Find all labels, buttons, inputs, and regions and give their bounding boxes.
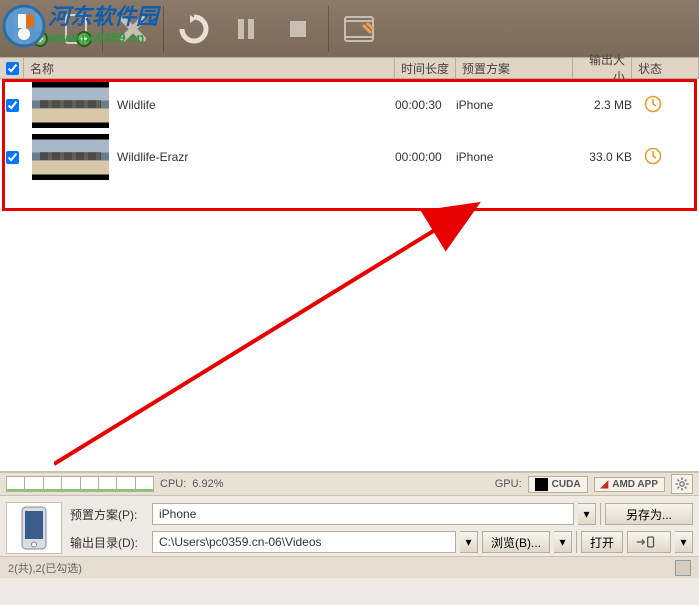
output-path-input[interactable]: C:\Users\pc0359.cn-06\Videos [152,531,456,553]
list-item[interactable]: Wildlife 00:00:30 iPhone 2.3 MB [0,79,699,131]
row-checkbox[interactable] [6,151,19,164]
cpu-value: 6.92% [192,478,223,490]
annotation-arrow [54,194,534,474]
header-preset[interactable]: 预置方案 [456,58,573,78]
row-size: 2.3 MB [573,98,632,112]
header-status[interactable]: 状态 [632,58,699,78]
video-thumbnail [32,82,109,128]
cuda-badge[interactable]: CUDA [528,476,588,493]
edit-video-button[interactable] [335,5,383,53]
cpu-label: CPU: [160,478,186,490]
amd-badge[interactable]: ◢AMD APP [594,477,665,492]
row-size: 33.0 KB [573,150,632,164]
output-dropdown-button[interactable]: ▾ [460,531,478,553]
pending-icon [644,95,662,116]
send-dropdown-button[interactable]: ▾ [675,531,693,553]
preset-select[interactable]: iPhone [152,503,574,525]
add-folder-button[interactable]: + [56,5,96,53]
browse-dropdown-button[interactable]: ▾ [554,531,572,553]
file-list: Wildlife 00:00:30 iPhone 2.3 MB Wildlife… [0,79,699,472]
video-thumbnail [32,134,109,180]
header-name[interactable]: 名称 [24,58,395,78]
plus-badge-icon: + [76,31,92,47]
pending-icon [644,147,662,168]
browse-button[interactable]: 浏览(B)... [482,531,550,553]
row-name: Wildlife [113,98,395,112]
row-preset: iPhone [456,150,573,164]
save-as-button[interactable]: 另存为... [605,503,693,525]
row-checkbox[interactable] [6,99,19,112]
header-duration[interactable]: 时间长度 [395,58,456,78]
row-duration: 00:00:00 [395,150,456,164]
output-label: 输出目录(D): [70,534,148,551]
row-preset: iPhone [456,98,573,112]
settings-icon[interactable] [671,474,693,494]
plus-badge-icon: + [32,31,48,47]
row-duration: 00:00:30 [395,98,456,112]
list-item[interactable]: Wildlife-Erazr 00:00:00 iPhone 33.0 KB [0,131,699,183]
stop-button[interactable] [274,5,322,53]
layout-toggle-icon[interactable] [675,560,691,576]
preset-label: 预置方案(P): [70,506,148,523]
cpu-graph [6,476,154,492]
send-to-device-button[interactable] [627,531,671,553]
preset-dropdown-button[interactable]: ▾ [578,503,596,525]
open-button[interactable]: 打开 [581,531,623,553]
row-name: Wildlife-Erazr [113,150,395,164]
column-headers: 名称 时间长度 预置方案 输出大小 状态 [0,57,699,79]
add-file-button[interactable]: + [4,5,52,53]
header-size[interactable]: 输出大小 [573,58,632,78]
pause-button[interactable] [222,5,270,53]
gpu-label: GPU: [495,478,522,490]
select-all-checkbox[interactable] [6,62,19,75]
device-preview [6,502,62,554]
status-text: 2(共),2(已勾选) [8,560,82,576]
refresh-button[interactable] [170,5,218,53]
remove-button[interactable] [109,5,157,53]
